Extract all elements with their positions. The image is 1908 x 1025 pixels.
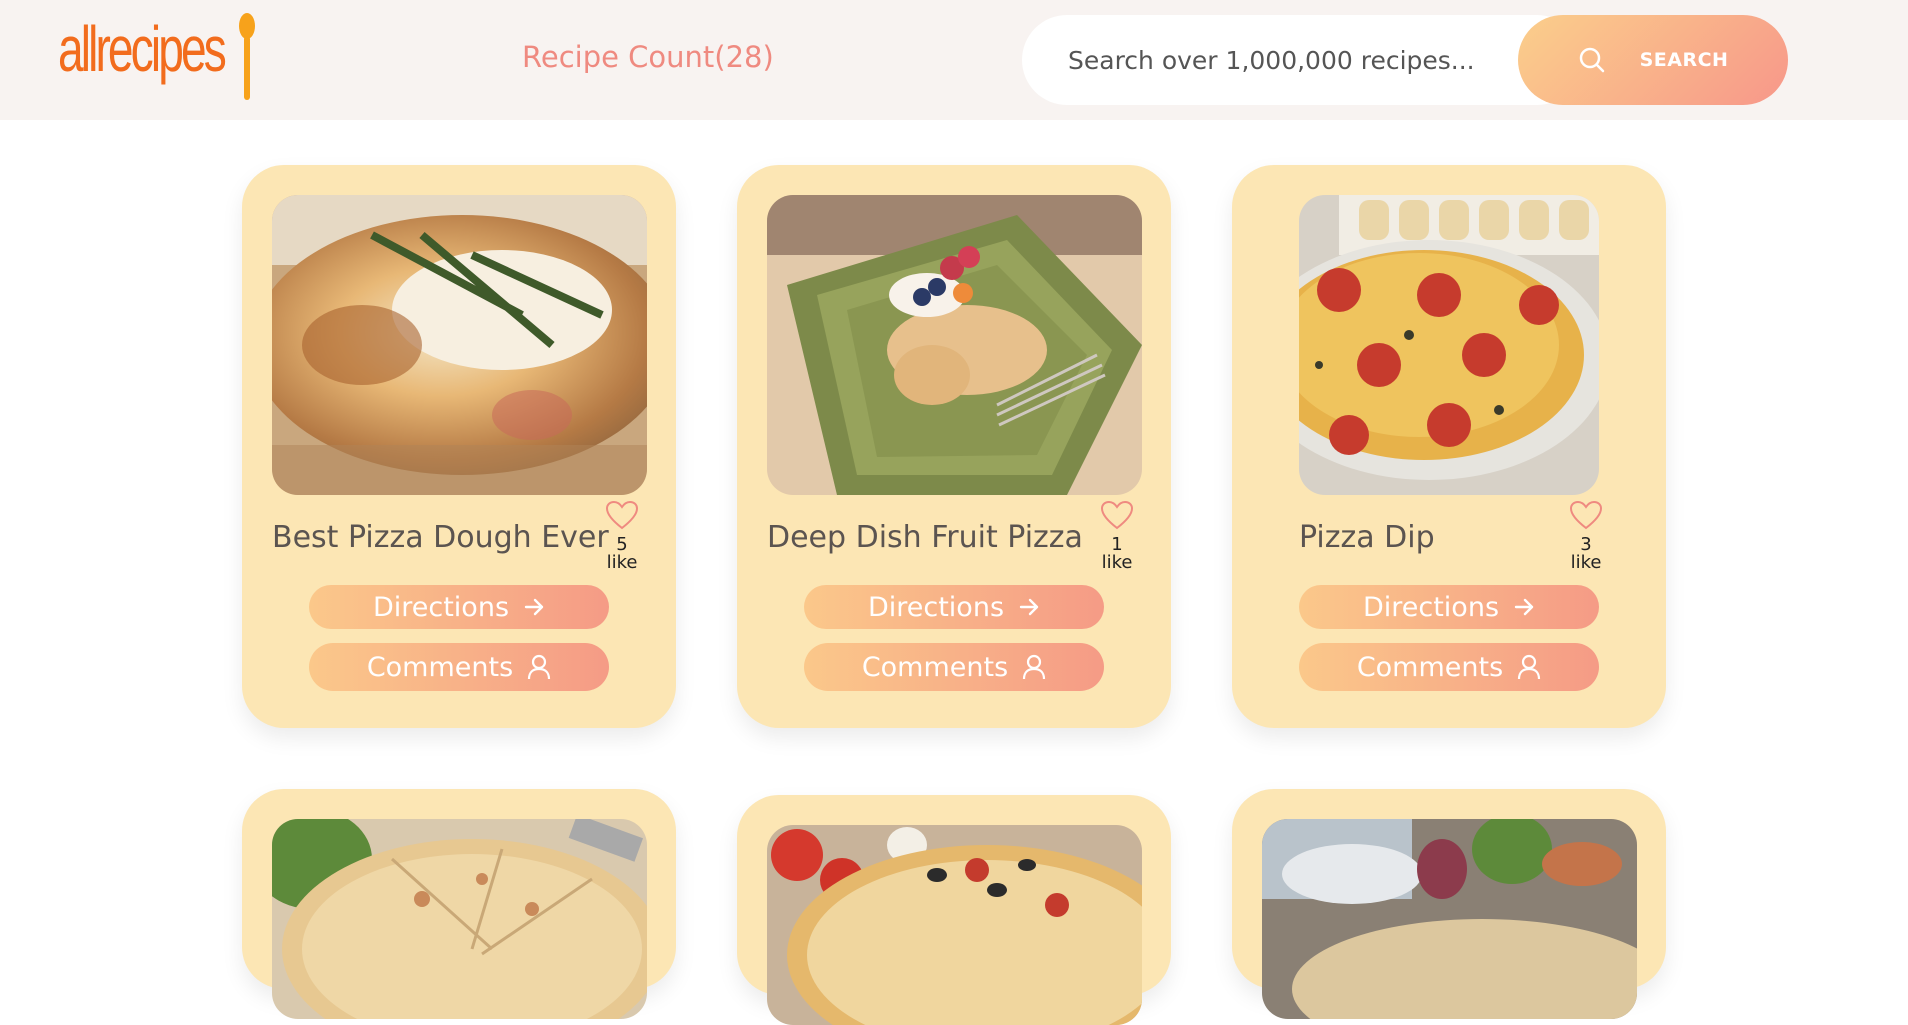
- directions-label: Directions: [372, 591, 510, 623]
- search-input[interactable]: [1022, 15, 1582, 105]
- like-widget: 1 like: [1087, 500, 1147, 572]
- like-widget: 5 like: [592, 500, 652, 572]
- directions-button[interactable]: Directions: [1299, 585, 1599, 629]
- comments-label: Comments: [366, 651, 514, 683]
- top-header: allrecipes Recipe Count(28) SEARCH: [0, 0, 1908, 120]
- recipe-image[interactable]: [272, 195, 647, 495]
- search-bar: SEARCH: [1022, 15, 1788, 105]
- directions-label: Directions: [867, 591, 1005, 623]
- search-button-label: SEARCH: [1639, 49, 1729, 71]
- directions-button[interactable]: Directions: [804, 585, 1104, 629]
- comments-button[interactable]: Comments: [804, 643, 1104, 691]
- comments-label: Comments: [861, 651, 1009, 683]
- like-label: like: [606, 552, 638, 573]
- recipe-title[interactable]: Best Pizza Dough Ever: [272, 520, 609, 555]
- recipe-title[interactable]: Deep Dish Fruit Pizza: [767, 520, 1083, 555]
- recipe-image[interactable]: [1299, 195, 1599, 495]
- user-icon: [1518, 654, 1541, 680]
- search-button[interactable]: SEARCH: [1518, 15, 1788, 105]
- recipe-image[interactable]: [272, 819, 647, 1019]
- recipe-card: [1232, 789, 1666, 1019]
- recipe-image[interactable]: [1262, 819, 1637, 1019]
- user-icon: [528, 654, 551, 680]
- arrow-right-icon: [1514, 598, 1534, 616]
- recipe-card: [737, 795, 1171, 1025]
- recipe-card: Pizza Dip 3 like Directions Comments: [1232, 165, 1666, 728]
- comments-button[interactable]: Comments: [309, 643, 609, 691]
- arrow-right-icon: [524, 598, 544, 616]
- recipe-image[interactable]: [767, 195, 1142, 495]
- comments-label: Comments: [1356, 651, 1504, 683]
- recipe-card: [242, 789, 676, 1019]
- user-icon: [1023, 654, 1046, 680]
- search-icon: [1579, 47, 1604, 73]
- like-widget: 3 like: [1556, 500, 1616, 572]
- directions-button[interactable]: Directions: [309, 585, 609, 629]
- recipe-title[interactable]: Pizza Dip: [1299, 520, 1435, 555]
- like-label: like: [1570, 552, 1602, 573]
- like-label: like: [1101, 552, 1133, 573]
- spoon-icon: [239, 13, 255, 100]
- arrow-right-icon: [1019, 598, 1039, 616]
- heart-icon[interactable]: [1569, 500, 1603, 530]
- recipe-card: Best Pizza Dough Ever 5 like Directions …: [242, 165, 676, 728]
- allrecipes-logo[interactable]: allrecipes: [58, 6, 258, 116]
- logo-wordmark: allrecipes: [58, 13, 227, 85]
- recipe-card: Deep Dish Fruit Pizza 1 like Directions …: [737, 165, 1171, 728]
- directions-label: Directions: [1362, 591, 1500, 623]
- heart-icon[interactable]: [605, 500, 639, 530]
- heart-icon[interactable]: [1100, 500, 1134, 530]
- recipe-count: Recipe Count(28): [522, 40, 774, 74]
- recipe-image[interactable]: [767, 825, 1142, 1025]
- comments-button[interactable]: Comments: [1299, 643, 1599, 691]
